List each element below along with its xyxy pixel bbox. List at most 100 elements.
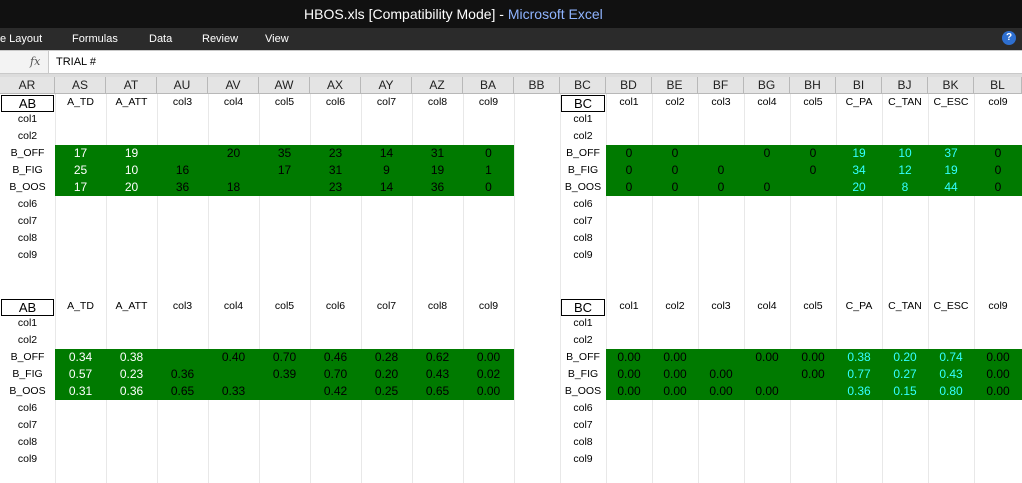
data-cell[interactable]: 0 bbox=[463, 145, 514, 162]
column-label[interactable]: A_ATT bbox=[106, 298, 157, 315]
row-label[interactable]: col1 bbox=[0, 111, 55, 128]
column-header-aw[interactable]: AW bbox=[259, 77, 310, 94]
data-cell[interactable]: 18 bbox=[208, 179, 259, 196]
data-cell[interactable]: 37 bbox=[928, 145, 974, 162]
data-cell[interactable]: 9 bbox=[361, 162, 412, 179]
column-label[interactable]: col1 bbox=[606, 94, 652, 111]
data-cell[interactable]: 17 bbox=[259, 162, 310, 179]
data-cell[interactable]: 0.27 bbox=[882, 366, 928, 383]
data-cell[interactable]: 0.00 bbox=[698, 366, 744, 383]
data-cell[interactable]: 0.00 bbox=[652, 366, 698, 383]
column-header-av[interactable]: AV bbox=[208, 77, 259, 94]
data-cell[interactable]: 0 bbox=[790, 145, 836, 162]
row-label[interactable]: col7 bbox=[0, 213, 55, 230]
data-cell[interactable]: 0.70 bbox=[259, 349, 310, 366]
column-header-bf[interactable]: BF bbox=[698, 77, 744, 94]
formula-input[interactable]: TRIAL # bbox=[56, 56, 96, 68]
data-cell[interactable]: 0.33 bbox=[208, 383, 259, 400]
data-cell[interactable]: 20 bbox=[106, 179, 157, 196]
data-cell[interactable]: 34 bbox=[836, 162, 882, 179]
data-cell[interactable]: 0.36 bbox=[157, 366, 208, 383]
data-cell[interactable]: 0.20 bbox=[882, 349, 928, 366]
data-cell[interactable]: 0.65 bbox=[157, 383, 208, 400]
data-cell[interactable]: 0.02 bbox=[463, 366, 514, 383]
data-cell[interactable]: 0.31 bbox=[55, 383, 106, 400]
row-label[interactable]: B_FIG bbox=[560, 366, 606, 383]
data-cell[interactable]: 0 bbox=[606, 179, 652, 196]
data-cell[interactable]: 20 bbox=[836, 179, 882, 196]
table-corner-bc[interactable]: BC bbox=[561, 95, 605, 112]
data-cell[interactable]: 0.00 bbox=[606, 366, 652, 383]
data-cell[interactable]: 0.40 bbox=[208, 349, 259, 366]
data-cell[interactable]: 23 bbox=[310, 179, 361, 196]
column-label[interactable]: col3 bbox=[157, 94, 208, 111]
row-label[interactable]: B_OOS bbox=[560, 179, 606, 196]
column-header-ax[interactable]: AX bbox=[310, 77, 361, 94]
data-cell[interactable]: 0.00 bbox=[974, 349, 1022, 366]
data-cell[interactable] bbox=[698, 349, 744, 366]
data-cell[interactable]: 0.00 bbox=[606, 349, 652, 366]
data-cell[interactable]: 17 bbox=[55, 145, 106, 162]
row-label[interactable]: col9 bbox=[560, 247, 606, 264]
column-label[interactable]: col4 bbox=[208, 298, 259, 315]
data-cell[interactable]: 0 bbox=[652, 162, 698, 179]
column-label[interactable]: col3 bbox=[157, 298, 208, 315]
data-cell[interactable]: 0.00 bbox=[744, 383, 790, 400]
data-cell[interactable]: 0 bbox=[606, 145, 652, 162]
data-cell[interactable] bbox=[698, 145, 744, 162]
data-cell[interactable]: 44 bbox=[928, 179, 974, 196]
data-cell[interactable]: 20 bbox=[208, 145, 259, 162]
row-label[interactable]: col9 bbox=[0, 451, 55, 468]
column-header-bd[interactable]: BD bbox=[606, 77, 652, 94]
row-label[interactable]: col9 bbox=[0, 247, 55, 264]
data-cell[interactable]: 0.20 bbox=[361, 366, 412, 383]
column-header-bj[interactable]: BJ bbox=[882, 77, 928, 94]
data-cell[interactable] bbox=[259, 383, 310, 400]
data-cell[interactable]: 31 bbox=[310, 162, 361, 179]
row-label[interactable]: col1 bbox=[0, 315, 55, 332]
column-label[interactable]: C_TAN bbox=[882, 298, 928, 315]
data-cell[interactable]: 25 bbox=[55, 162, 106, 179]
column-header-bi[interactable]: BI bbox=[836, 77, 882, 94]
data-cell[interactable]: 0.80 bbox=[928, 383, 974, 400]
data-cell[interactable] bbox=[744, 366, 790, 383]
column-label[interactable]: col3 bbox=[698, 298, 744, 315]
column-label[interactable]: col4 bbox=[744, 94, 790, 111]
data-cell[interactable]: 10 bbox=[882, 145, 928, 162]
data-cell[interactable]: 0.46 bbox=[310, 349, 361, 366]
data-cell[interactable]: 0.36 bbox=[836, 383, 882, 400]
name-box[interactable] bbox=[0, 51, 49, 73]
column-header-be[interactable]: BE bbox=[652, 77, 698, 94]
data-cell[interactable]: 0 bbox=[652, 145, 698, 162]
column-header-bh[interactable]: BH bbox=[790, 77, 836, 94]
data-cell[interactable]: 23 bbox=[310, 145, 361, 162]
data-cell[interactable]: 31 bbox=[412, 145, 463, 162]
row-label[interactable]: col8 bbox=[0, 230, 55, 247]
data-cell[interactable]: 19 bbox=[836, 145, 882, 162]
row-label[interactable]: col7 bbox=[0, 417, 55, 434]
column-label[interactable]: C_ESC bbox=[928, 94, 974, 111]
data-cell[interactable]: 36 bbox=[157, 179, 208, 196]
data-cell[interactable]: 0 bbox=[606, 162, 652, 179]
data-cell[interactable]: 1 bbox=[463, 162, 514, 179]
data-cell[interactable] bbox=[208, 366, 259, 383]
data-cell[interactable]: 14 bbox=[361, 179, 412, 196]
data-cell[interactable]: 0.00 bbox=[463, 383, 514, 400]
data-cell[interactable]: 0 bbox=[974, 145, 1022, 162]
tab-view[interactable]: View bbox=[265, 33, 289, 45]
data-cell[interactable]: 0.00 bbox=[698, 383, 744, 400]
column-header-bc[interactable]: BC bbox=[560, 77, 606, 94]
tab-formulas[interactable]: Formulas bbox=[72, 33, 118, 45]
tab-page-layout[interactable]: e Layout bbox=[0, 33, 42, 45]
row-label[interactable]: col6 bbox=[0, 400, 55, 417]
column-header-az[interactable]: AZ bbox=[412, 77, 463, 94]
data-cell[interactable]: 0.00 bbox=[744, 349, 790, 366]
data-cell[interactable]: 0.00 bbox=[790, 349, 836, 366]
data-cell[interactable]: 0.74 bbox=[928, 349, 974, 366]
row-label[interactable]: B_OOS bbox=[0, 383, 55, 400]
tab-data[interactable]: Data bbox=[149, 33, 172, 45]
data-cell[interactable]: 0 bbox=[790, 162, 836, 179]
row-label[interactable]: col8 bbox=[560, 434, 606, 451]
data-cell[interactable]: 0.00 bbox=[606, 383, 652, 400]
row-label[interactable]: col6 bbox=[560, 400, 606, 417]
